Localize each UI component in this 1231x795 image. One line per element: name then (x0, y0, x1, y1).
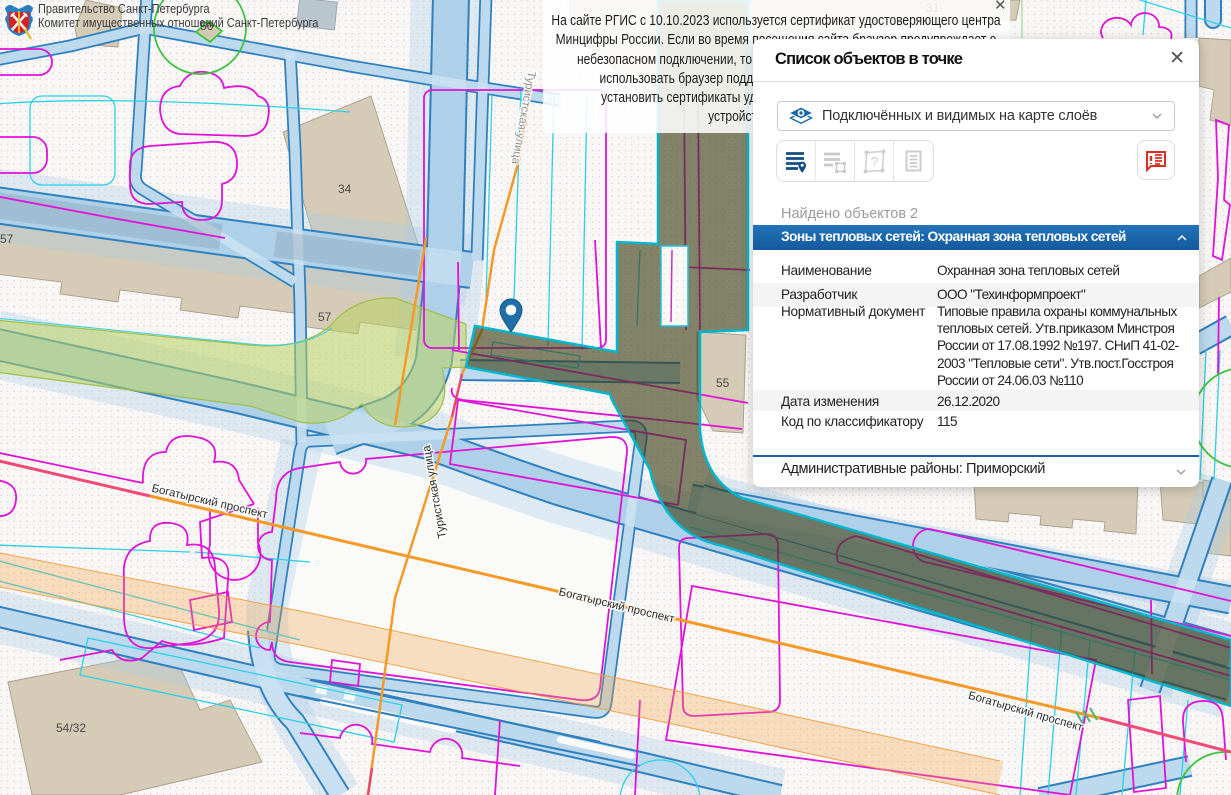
svg-text:34: 34 (338, 182, 352, 196)
svg-text:55: 55 (716, 376, 730, 390)
svg-text:54/32: 54/32 (56, 721, 86, 735)
svg-text:57: 57 (0, 232, 14, 246)
svg-text:57: 57 (318, 310, 332, 324)
svg-text:?: ? (870, 154, 877, 169)
